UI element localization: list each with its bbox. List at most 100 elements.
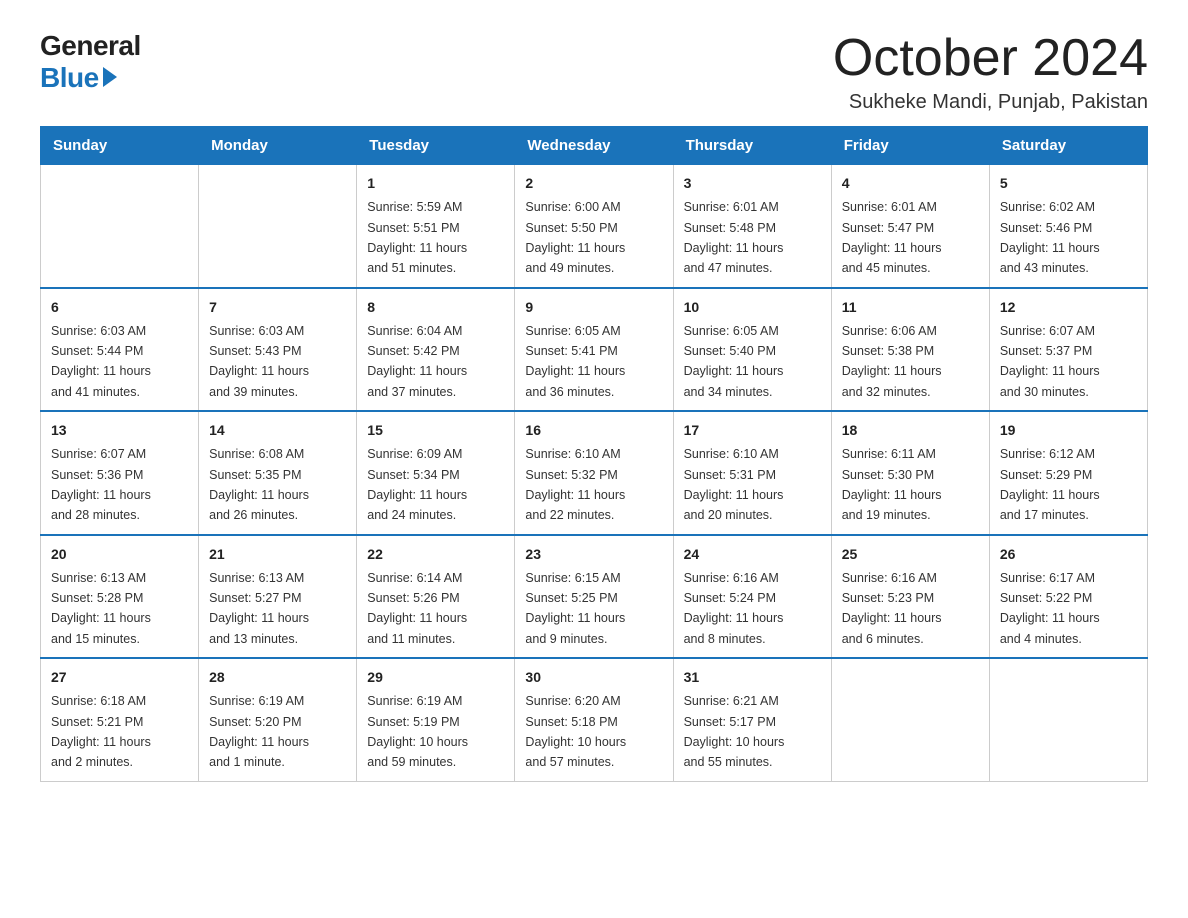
page-subtitle: Sukheke Mandi, Punjab, Pakistan — [833, 91, 1148, 114]
day-number: 22 — [367, 544, 504, 565]
day-info: Sunrise: 6:19 AM Sunset: 5:20 PM Dayligh… — [209, 694, 309, 769]
day-number: 5 — [1000, 173, 1137, 194]
day-info: Sunrise: 6:13 AM Sunset: 5:28 PM Dayligh… — [51, 571, 151, 646]
day-number: 26 — [1000, 544, 1137, 565]
weekday-header: Wednesday — [515, 127, 673, 165]
calendar-day-cell: 31 Sunrise: 6:21 AM Sunset: 5:17 PM Dayli… — [673, 658, 831, 781]
day-number: 29 — [367, 667, 504, 688]
calendar-day-cell — [41, 165, 199, 288]
day-number: 24 — [684, 544, 821, 565]
calendar-day-cell — [199, 165, 357, 288]
calendar-day-cell: 7 Sunrise: 6:03 AM Sunset: 5:43 PM Daylig… — [199, 288, 357, 412]
calendar-week-row: 20 Sunrise: 6:13 AM Sunset: 5:28 PM Dayli… — [41, 535, 1148, 659]
day-number: 12 — [1000, 297, 1137, 318]
day-info: Sunrise: 6:01 AM Sunset: 5:48 PM Dayligh… — [684, 200, 784, 275]
day-number: 10 — [684, 297, 821, 318]
calendar-header-row: SundayMondayTuesdayWednesdayThursdayFrid… — [41, 127, 1148, 165]
day-info: Sunrise: 6:09 AM Sunset: 5:34 PM Dayligh… — [367, 447, 467, 522]
calendar-day-cell: 6Sunrise: 6:03 AM Sunset: 5:44 PM Daylig… — [41, 288, 199, 412]
calendar-day-cell: 25 Sunrise: 6:16 AM Sunset: 5:23 PM Dayli… — [831, 535, 989, 659]
calendar-day-cell: 14Sunrise: 6:08 AM Sunset: 5:35 PM Dayli… — [199, 411, 357, 535]
day-number: 8 — [367, 297, 504, 318]
day-info: Sunrise: 6:20 AM Sunset: 5:18 PM Dayligh… — [525, 694, 626, 769]
weekday-header: Friday — [831, 127, 989, 165]
calendar-day-cell: 10Sunrise: 6:05 AM Sunset: 5:40 PM Dayli… — [673, 288, 831, 412]
day-number: 21 — [209, 544, 346, 565]
day-info: Sunrise: 6:03 AM Sunset: 5:43 PM Dayligh… — [209, 324, 309, 399]
calendar-week-row: 27 Sunrise: 6:18 AM Sunset: 5:21 PM Dayli… — [41, 658, 1148, 781]
weekday-header: Thursday — [673, 127, 831, 165]
day-number: 2 — [525, 173, 662, 194]
calendar-table: SundayMondayTuesdayWednesdayThursdayFrid… — [40, 126, 1148, 782]
day-info: Sunrise: 6:07 AM Sunset: 5:36 PM Dayligh… — [51, 447, 151, 522]
day-info: Sunrise: 6:12 AM Sunset: 5:29 PM Dayligh… — [1000, 447, 1100, 522]
day-number: 18 — [842, 420, 979, 441]
day-number: 15 — [367, 420, 504, 441]
day-info: Sunrise: 6:16 AM Sunset: 5:24 PM Dayligh… — [684, 571, 784, 646]
logo-arrow-icon — [103, 67, 117, 87]
calendar-day-cell: 24 Sunrise: 6:16 AM Sunset: 5:24 PM Dayli… — [673, 535, 831, 659]
weekday-header: Monday — [199, 127, 357, 165]
day-number: 17 — [684, 420, 821, 441]
day-number: 31 — [684, 667, 821, 688]
weekday-header: Saturday — [989, 127, 1147, 165]
day-number: 30 — [525, 667, 662, 688]
day-info: Sunrise: 6:05 AM Sunset: 5:41 PM Dayligh… — [525, 324, 625, 399]
page-header: General Blue October 2024 Sukheke Mandi,… — [40, 30, 1148, 114]
day-number: 14 — [209, 420, 346, 441]
calendar-day-cell: 3 Sunrise: 6:01 AM Sunset: 5:48 PM Daylig… — [673, 165, 831, 288]
calendar-day-cell: 2Sunrise: 6:00 AM Sunset: 5:50 PM Daylig… — [515, 165, 673, 288]
day-info: Sunrise: 6:10 AM Sunset: 5:31 PM Dayligh… — [684, 447, 784, 522]
day-number: 3 — [684, 173, 821, 194]
weekday-header: Sunday — [41, 127, 199, 165]
calendar-week-row: 6Sunrise: 6:03 AM Sunset: 5:44 PM Daylig… — [41, 288, 1148, 412]
day-info: Sunrise: 6:14 AM Sunset: 5:26 PM Dayligh… — [367, 571, 467, 646]
page-title: October 2024 — [833, 30, 1148, 87]
day-info: Sunrise: 6:16 AM Sunset: 5:23 PM Dayligh… — [842, 571, 942, 646]
day-info: Sunrise: 6:15 AM Sunset: 5:25 PM Dayligh… — [525, 571, 625, 646]
calendar-day-cell: 30 Sunrise: 6:20 AM Sunset: 5:18 PM Dayli… — [515, 658, 673, 781]
calendar-day-cell: 5 Sunrise: 6:02 AM Sunset: 5:46 PM Daylig… — [989, 165, 1147, 288]
day-info: Sunrise: 6:18 AM Sunset: 5:21 PM Dayligh… — [51, 694, 151, 769]
calendar-week-row: 13 Sunrise: 6:07 AM Sunset: 5:36 PM Dayli… — [41, 411, 1148, 535]
logo: General Blue — [40, 30, 141, 94]
calendar-day-cell: 23 Sunrise: 6:15 AM Sunset: 5:25 PM Dayli… — [515, 535, 673, 659]
calendar-day-cell: 1Sunrise: 5:59 AM Sunset: 5:51 PM Daylig… — [357, 165, 515, 288]
calendar-day-cell: 28Sunrise: 6:19 AM Sunset: 5:20 PM Dayli… — [199, 658, 357, 781]
day-number: 19 — [1000, 420, 1137, 441]
calendar-week-row: 1Sunrise: 5:59 AM Sunset: 5:51 PM Daylig… — [41, 165, 1148, 288]
day-info: Sunrise: 6:01 AM Sunset: 5:47 PM Dayligh… — [842, 200, 942, 275]
day-number: 27 — [51, 667, 188, 688]
day-number: 4 — [842, 173, 979, 194]
calendar-day-cell: 19 Sunrise: 6:12 AM Sunset: 5:29 PM Dayli… — [989, 411, 1147, 535]
calendar-day-cell: 11 Sunrise: 6:06 AM Sunset: 5:38 PM Dayli… — [831, 288, 989, 412]
calendar-day-cell: 8Sunrise: 6:04 AM Sunset: 5:42 PM Daylig… — [357, 288, 515, 412]
day-info: Sunrise: 5:59 AM Sunset: 5:51 PM Dayligh… — [367, 200, 467, 275]
day-number: 20 — [51, 544, 188, 565]
day-number: 13 — [51, 420, 188, 441]
logo-blue-text: Blue — [40, 62, 117, 94]
day-info: Sunrise: 6:07 AM Sunset: 5:37 PM Dayligh… — [1000, 324, 1100, 399]
day-info: Sunrise: 6:02 AM Sunset: 5:46 PM Dayligh… — [1000, 200, 1100, 275]
calendar-day-cell: 27 Sunrise: 6:18 AM Sunset: 5:21 PM Dayli… — [41, 658, 199, 781]
calendar-day-cell: 20 Sunrise: 6:13 AM Sunset: 5:28 PM Dayli… — [41, 535, 199, 659]
day-number: 16 — [525, 420, 662, 441]
calendar-day-cell: 22 Sunrise: 6:14 AM Sunset: 5:26 PM Dayli… — [357, 535, 515, 659]
calendar-day-cell: 21Sunrise: 6:13 AM Sunset: 5:27 PM Dayli… — [199, 535, 357, 659]
calendar-day-cell: 15 Sunrise: 6:09 AM Sunset: 5:34 PM Dayli… — [357, 411, 515, 535]
day-info: Sunrise: 6:17 AM Sunset: 5:22 PM Dayligh… — [1000, 571, 1100, 646]
logo-general-text: General — [40, 30, 141, 62]
day-number: 23 — [525, 544, 662, 565]
title-block: October 2024 Sukheke Mandi, Punjab, Paki… — [833, 30, 1148, 114]
calendar-day-cell — [831, 658, 989, 781]
weekday-header: Tuesday — [357, 127, 515, 165]
day-number: 25 — [842, 544, 979, 565]
calendar-day-cell: 4 Sunrise: 6:01 AM Sunset: 5:47 PM Daylig… — [831, 165, 989, 288]
day-info: Sunrise: 6:19 AM Sunset: 5:19 PM Dayligh… — [367, 694, 468, 769]
calendar-day-cell: 12 Sunrise: 6:07 AM Sunset: 5:37 PM Dayli… — [989, 288, 1147, 412]
day-number: 7 — [209, 297, 346, 318]
calendar-day-cell: 13 Sunrise: 6:07 AM Sunset: 5:36 PM Dayli… — [41, 411, 199, 535]
day-number: 11 — [842, 297, 979, 318]
day-info: Sunrise: 6:21 AM Sunset: 5:17 PM Dayligh… — [684, 694, 785, 769]
day-info: Sunrise: 6:06 AM Sunset: 5:38 PM Dayligh… — [842, 324, 942, 399]
